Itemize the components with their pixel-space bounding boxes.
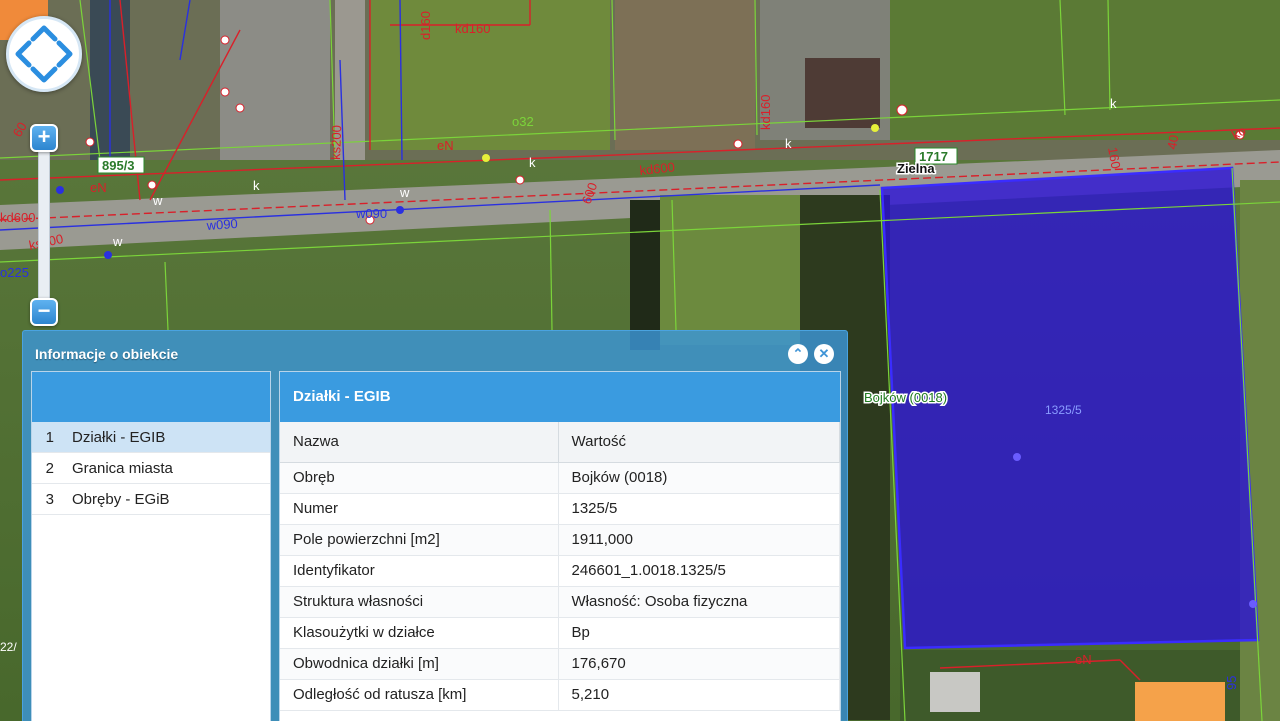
layer-list-header (32, 372, 270, 422)
map-label-kd160: kd160 (455, 21, 490, 36)
street-name-zielna: Zielna (897, 161, 935, 176)
svg-text:895/3: 895/3 (102, 158, 135, 173)
layer-list-item[interactable]: 3 Obręby - EGiB (32, 484, 270, 515)
column-header-name: Nazwa (280, 422, 559, 463)
table-row: Obręb Bojków (0018) (280, 462, 840, 494)
map-label-w-3: w (399, 185, 410, 200)
map-label-en-1: eN (90, 180, 107, 195)
map-label-w-2: w (152, 193, 163, 208)
map-label-k-1: k (253, 178, 260, 193)
parking-area (220, 0, 330, 160)
layer-list-item[interactable]: 2 Granica miasta (32, 453, 270, 484)
map-label-k-4: k (1110, 96, 1117, 111)
pan-control[interactable] (6, 16, 82, 92)
table-row: Struktura własności Własność: Osoba fizyc… (280, 586, 840, 618)
panel-title: Informacje o obiekcie (35, 346, 179, 362)
zoom-in-button[interactable]: + (30, 124, 58, 152)
map-label-kd600-left: kd600 (0, 210, 35, 225)
map-label-parcel-number: 1325/5 (1045, 403, 1082, 417)
table-row: Numer 1325/5 (280, 493, 840, 525)
map-label-k-3: k (785, 136, 792, 151)
attribute-name: Odległość od ratusza [km] (280, 679, 559, 711)
meadow-top (890, 0, 1280, 140)
table-row: Pole powierzchni [m2] 1911,000 (280, 524, 840, 556)
map-label-ks200-vertical: ks200 (328, 125, 344, 160)
attribute-table-title: Działki - EGIB (280, 372, 840, 422)
attribute-value: Własność: Osoba fizyczna (558, 586, 840, 618)
map-label-en-3: eN (1075, 652, 1092, 667)
layer-item-label: Działki - EGIB (72, 428, 166, 446)
hedge (630, 200, 660, 350)
map-label-w090: w090 (205, 216, 238, 233)
layer-item-number: 3 (45, 490, 54, 508)
attribute-name: Struktura własności (280, 586, 559, 618)
attribute-name: Identyfikator (280, 555, 559, 587)
layer-list: 1 Działki - EGIB 2 Granica miasta 3 Obręby - … (31, 371, 271, 721)
map-label-95: 95 (1224, 676, 1239, 690)
table-row: Odległość od ratusza [km] 5,210 (280, 679, 840, 711)
attribute-value: Bp (558, 617, 840, 649)
attribute-value: 1911,000 (558, 524, 840, 556)
pan-arrows-icon[interactable] (9, 19, 79, 89)
attribute-name: Obwodnica działki [m] (280, 648, 559, 680)
house-roof (805, 58, 880, 128)
attribute-value: 1325/5 (558, 493, 840, 525)
map-label-22: 22/ (0, 640, 17, 654)
layer-item-number: 2 (45, 459, 54, 477)
map-label-w-1: w (112, 234, 123, 249)
object-info-panel: Informacje o obiekcie ⌃ ✕ 1 Działki - EGI… (22, 330, 848, 721)
zoom-out-button[interactable]: − (30, 298, 58, 326)
attribute-name: Obręb (280, 462, 559, 494)
attribute-name: Numer (280, 493, 559, 525)
attribute-value: 246601_1.0018.1325/5 (558, 555, 840, 587)
map-label-o32: o32 (512, 114, 534, 129)
map-label-d160: d160 (418, 11, 433, 40)
zoom-slider-track[interactable] (38, 152, 50, 300)
table-row: Obwodnica działki [m] 176,670 (280, 648, 840, 680)
attribute-name: Klasoużytki w działce (280, 617, 559, 649)
precinct-label: Bojków (0018) (864, 390, 947, 405)
attribute-value: 176,670 (558, 648, 840, 680)
map-label-box-8953: 895/3 (97, 156, 145, 174)
map-label-kd160-vertical: kd160 (758, 95, 773, 130)
layer-item-label: Granica miasta (72, 459, 173, 477)
attribute-value: 5,210 (558, 679, 840, 711)
table-row: Identyfikator 246601_1.0018.1325/5 (280, 555, 840, 587)
attribute-table-panel: Działki - EGIB Nazwa Wartość Obręb Bojków… (279, 371, 841, 721)
attribute-name: Pole powierzchni [m2] (280, 524, 559, 556)
map-label-w090-b: w090 (355, 206, 387, 221)
layer-item-number: 1 (45, 428, 54, 446)
map-label-en-2: eN (437, 138, 454, 153)
column-header-value: Wartość (558, 422, 840, 463)
attribute-value: Bojków (0018) (558, 462, 840, 494)
attribute-table: Nazwa Wartość Obręb Bojków (0018) Numer 132… (280, 422, 840, 711)
chevron-up-icon[interactable]: ⌃ (788, 344, 808, 364)
map-label-k-2: k (529, 155, 536, 170)
map-label-40: 40 (1164, 134, 1181, 151)
map-label-o225: o225 (0, 265, 29, 280)
close-icon[interactable]: ✕ (814, 344, 834, 364)
orange-roof-lower (1135, 682, 1225, 721)
shed (930, 672, 980, 712)
layer-list-item[interactable]: 1 Działki - EGIB (32, 422, 270, 453)
table-row: Klasoużytki w działce Bp (280, 617, 840, 649)
field-patch (660, 195, 800, 345)
layer-item-label: Obręby - EGiB (72, 490, 170, 508)
